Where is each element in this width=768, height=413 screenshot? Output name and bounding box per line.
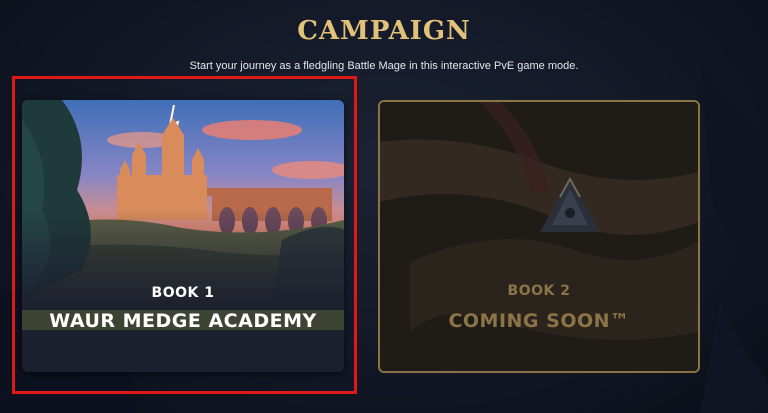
book-1-title: WAUR MEDGE ACADEMY: [49, 310, 317, 332]
book-1-label: BOOK 1: [151, 285, 215, 301]
book-1-card[interactable]: BOOK 1 WAUR MEDGE ACADEMY: [22, 100, 344, 372]
book-2-title: COMING SOON™: [448, 310, 630, 332]
book-2-label: BOOK 2: [507, 283, 571, 299]
book-2-card[interactable]: BOOK 2 COMING SOON™: [378, 100, 700, 373]
page-title: CAMPAIGN: [297, 16, 471, 46]
page-subtitle: Start your journey as a fledgling Battle…: [189, 60, 579, 72]
